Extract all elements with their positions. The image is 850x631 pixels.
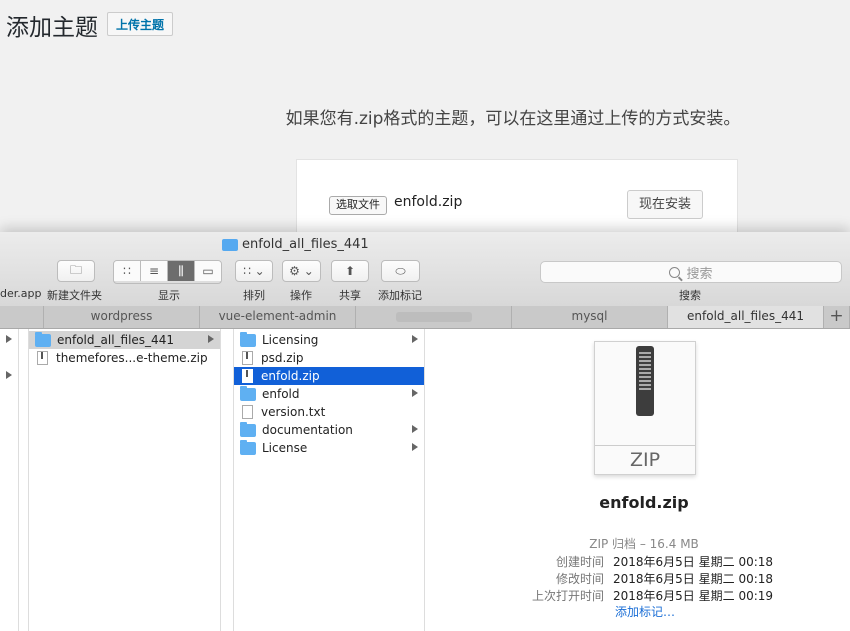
upload-description: 如果您有.zip格式的主题，可以在这里通过上传的方式安装。	[285, 109, 741, 129]
share-button[interactable]: ⬆	[331, 260, 369, 282]
window-title: enfold_all_files_441	[222, 237, 369, 252]
window-title-text: enfold_all_files_441	[242, 237, 369, 252]
tab-redacted[interactable]	[356, 306, 512, 328]
list-view-icon[interactable]: ≡	[141, 261, 168, 281]
column-2: Licensing psd.zip enfold.zip enfold vers…	[233, 329, 425, 631]
gear-icon: ⚙ ⌄	[289, 264, 314, 278]
column-1: enfold_all_files_441 themefores...e-them…	[28, 329, 221, 631]
arrange-icon: ∷ ⌄	[243, 264, 265, 278]
tab-vue-element-admin[interactable]: vue-element-admin	[200, 306, 356, 328]
blurred-tab-label	[395, 311, 472, 322]
left-cut-label: der.app	[0, 287, 42, 300]
item-name: License	[262, 441, 308, 455]
arrange-label: 排列	[243, 289, 265, 302]
new-folder-icon: 🗀	[69, 262, 82, 277]
search-placeholder: 搜索	[686, 266, 713, 282]
item-name: Licensing	[262, 333, 319, 347]
column-view-icon[interactable]: ⫼	[168, 261, 195, 281]
preview-pane: ZIP enfold.zip ZIP 归档 – 16.4 MB 创建时间 201…	[438, 329, 850, 631]
chevron-right-icon	[412, 425, 418, 433]
chevron-right-icon	[208, 335, 214, 343]
zip-icon-label: ZIP	[595, 445, 695, 474]
item-name: themefores...e-theme.zip	[56, 351, 208, 365]
modified-key: 修改时间	[555, 572, 604, 586]
list-item[interactable]: version.txt	[234, 403, 424, 421]
add-tags-link[interactable]: 添加标记…	[615, 603, 675, 620]
tag-icon: ⬭	[395, 263, 406, 278]
created-value: 2018年6月5日 星期二 00:18	[613, 555, 774, 569]
install-now-button[interactable]: 现在安装	[627, 190, 703, 219]
modified-value: 2018年6月5日 星期二 00:18	[613, 572, 774, 586]
finder-window: enfold_all_files_441 der.app 🗀 新建文件夹 ∷ ≡…	[0, 232, 850, 631]
chevron-right-icon	[6, 335, 12, 343]
folder-icon	[240, 439, 256, 455]
list-item[interactable]: psd.zip	[234, 349, 424, 367]
list-item[interactable]: enfold_all_files_441	[29, 331, 220, 349]
wordpress-page: 添加主题 上传主题 如果您有.zip格式的主题，可以在这里通过上传的方式安装。 …	[0, 0, 850, 261]
chevron-right-icon	[412, 335, 418, 343]
view-mode-segmented[interactable]: ∷ ≡ ⫼ ▭	[113, 260, 222, 284]
chevron-right-icon	[412, 389, 418, 397]
preview-kind-size: ZIP 归档 – 16.4 MB	[589, 537, 699, 551]
created-key: 创建时间	[555, 555, 604, 569]
folder-icon	[240, 385, 256, 401]
chevron-right-icon	[6, 371, 12, 379]
item-name: documentation	[262, 423, 353, 437]
zip-file-icon	[242, 369, 253, 383]
icon-view-icon[interactable]: ∷	[114, 261, 141, 281]
folder-icon	[35, 331, 51, 347]
cover-flow-icon[interactable]: ▭	[195, 261, 221, 281]
item-name: enfold.zip	[261, 369, 320, 383]
zip-file-icon	[242, 351, 253, 365]
view-label: 显示	[158, 289, 180, 302]
search-label: 搜索	[679, 289, 701, 302]
add-tab-button[interactable]: +	[824, 306, 850, 328]
upload-theme-button[interactable]: 上传主题	[107, 12, 174, 36]
search-field[interactable]: 搜索	[540, 261, 842, 283]
list-item[interactable]: Licensing	[234, 331, 424, 349]
chosen-file-name: enfold.zip	[394, 194, 463, 210]
tag-label: 添加标记	[378, 289, 422, 302]
search-icon	[669, 266, 681, 278]
list-item[interactable]	[0, 331, 18, 349]
item-name: enfold_all_files_441	[57, 333, 174, 347]
list-item[interactable]: enfold	[234, 385, 424, 403]
tag-button[interactable]: ⬭	[381, 260, 420, 282]
list-item[interactable]: documentation	[234, 421, 424, 439]
finder-toolbar: enfold_all_files_441 der.app 🗀 新建文件夹 ∷ ≡…	[0, 232, 850, 307]
zip-file-icon	[37, 351, 48, 365]
list-item[interactable]	[0, 367, 18, 385]
new-folder-label: 新建文件夹	[47, 289, 102, 302]
action-label: 操作	[290, 289, 312, 302]
folder-icon	[240, 331, 256, 347]
list-item[interactable]: themefores...e-theme.zip	[29, 349, 220, 367]
list-item-selected[interactable]: enfold.zip	[234, 367, 424, 385]
share-icon: ⬆	[344, 264, 356, 278]
opened-key: 上次打开时间	[531, 589, 604, 603]
list-item[interactable]: License	[234, 439, 424, 457]
item-name: version.txt	[261, 405, 326, 419]
share-label: 共享	[339, 289, 361, 302]
folder-icon	[240, 421, 256, 437]
column-0	[0, 329, 19, 631]
finder-tab-bar: wordpress vue-element-admin mysql enfold…	[0, 306, 850, 329]
chevron-right-icon	[412, 443, 418, 451]
zipper-icon	[636, 346, 654, 416]
action-button[interactable]: ⚙ ⌄	[282, 260, 321, 282]
page-title: 添加主题	[6, 15, 98, 41]
tab-wordpress[interactable]: wordpress	[44, 306, 200, 328]
opened-value: 2018年6月5日 星期二 00:19	[613, 589, 774, 603]
new-folder-button[interactable]: 🗀	[57, 260, 95, 282]
item-name: psd.zip	[261, 351, 304, 365]
choose-file-button[interactable]: 选取文件	[329, 196, 387, 215]
folder-icon	[222, 238, 238, 251]
tab-0[interactable]	[0, 306, 44, 328]
zip-archive-icon: ZIP	[594, 341, 696, 475]
tab-enfold-all-files[interactable]: enfold_all_files_441	[668, 306, 824, 328]
tab-mysql[interactable]: mysql	[512, 306, 668, 328]
arrange-button[interactable]: ∷ ⌄	[235, 260, 273, 282]
text-file-icon	[242, 405, 253, 419]
preview-file-name: enfold.zip	[599, 493, 689, 512]
item-name: enfold	[262, 387, 300, 401]
